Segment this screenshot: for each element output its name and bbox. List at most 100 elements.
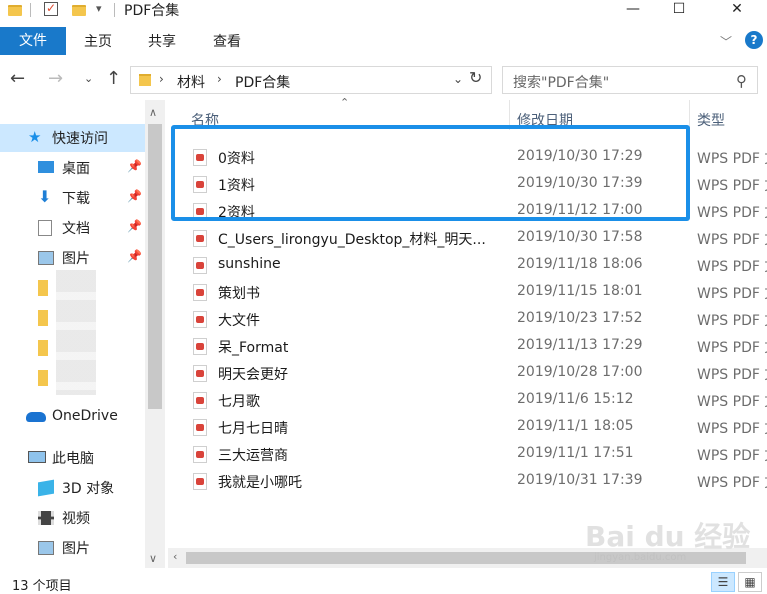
nav-label: 此电脑	[52, 451, 94, 467]
picture-icon	[38, 251, 54, 265]
close-button[interactable]: ✕	[714, 0, 760, 20]
tab-view[interactable]: 查看	[213, 27, 241, 55]
file-row[interactable]: 明天会更好 2019/10/28 17:00 WPS PDF 文档	[168, 360, 767, 387]
folder-icon[interactable]	[38, 340, 48, 356]
maximize-button[interactable]: ☐	[656, 0, 702, 20]
pin-icon[interactable]: 📌	[127, 189, 142, 203]
file-type: WPS PDF 文档	[697, 421, 767, 437]
chevron-right-icon[interactable]: ›	[159, 72, 164, 86]
file-type: WPS PDF 文档	[697, 313, 767, 329]
scroll-down-icon[interactable]: ∨	[149, 552, 157, 565]
folder-icon[interactable]	[38, 370, 48, 386]
scroll-thumb[interactable]	[148, 124, 162, 409]
breadcrumb-item[interactable]: PDF合集	[235, 72, 290, 92]
nav-item-pictures[interactable]: 图片 📌	[0, 244, 145, 272]
separator	[30, 3, 31, 17]
nav-item-pictures-pc[interactable]: 图片	[0, 534, 145, 562]
file-date: 2019/11/1 18:05	[517, 418, 634, 434]
pdf-file-icon	[193, 230, 207, 247]
file-type: WPS PDF 文档	[697, 151, 767, 167]
nav-label: 下载	[62, 191, 90, 207]
nav-item-documents[interactable]: 文档 📌	[0, 214, 145, 242]
cube-icon	[38, 479, 54, 497]
file-date: 2019/11/15 18:01	[517, 283, 643, 299]
address-bar[interactable]: › 材料 › PDF合集 ⌄	[130, 66, 492, 94]
watermark-url: jingyan.baidu.com	[594, 552, 687, 563]
help-icon[interactable]: ?	[745, 31, 763, 49]
breadcrumb-item[interactable]: 材料	[177, 72, 205, 92]
refresh-icon[interactable]: ↻	[469, 68, 482, 87]
pin-icon[interactable]: 📌	[127, 219, 142, 233]
file-name: sunshine	[218, 256, 281, 272]
file-row[interactable]: 我就是小哪吒 2019/10/31 17:39 WPS PDF 文档	[168, 468, 767, 495]
picture-icon	[38, 541, 54, 555]
nav-item-quick-access[interactable]: ★ 快速访问	[0, 124, 145, 152]
file-date: 2019/10/30 17:58	[517, 229, 643, 245]
search-icon[interactable]: ⚲	[736, 72, 747, 90]
nav-label: 图片	[62, 541, 90, 557]
minimize-button[interactable]: —	[610, 0, 656, 20]
pdf-file-icon	[193, 284, 207, 301]
nav-item-this-pc[interactable]: 此电脑	[0, 444, 145, 472]
pin-icon[interactable]: 📌	[127, 159, 142, 173]
search-input[interactable]: 搜索"PDF合集" ⚲	[502, 66, 758, 94]
file-name: C_Users_lirongyu_Desktop_材料_明天...	[218, 232, 486, 248]
folder-icon[interactable]	[38, 280, 48, 296]
properties-icon[interactable]: ✓	[44, 2, 58, 16]
chevron-right-icon[interactable]: ›	[217, 72, 222, 86]
forward-arrow-icon[interactable]: →	[48, 68, 63, 89]
file-type: WPS PDF 文档	[697, 232, 767, 248]
folder-icon	[8, 5, 22, 16]
column-header-type[interactable]: 类型	[697, 110, 725, 130]
file-row[interactable]: 大文件 2019/10/23 17:52 WPS PDF 文档	[168, 306, 767, 333]
large-icons-view-icon[interactable]: ▦	[738, 572, 762, 592]
nav-scrollbar[interactable]: ∧ ∨	[145, 100, 165, 568]
folder-icon[interactable]	[38, 310, 48, 326]
file-name: 七月七日晴	[218, 421, 288, 437]
file-name: 大文件	[218, 313, 260, 329]
chevron-down-icon[interactable]: ⌄	[453, 72, 463, 86]
file-name: 三大运营商	[218, 448, 288, 464]
watermark: Bai du 经验	[585, 520, 751, 553]
file-row[interactable]: 七月歌 2019/11/6 15:12 WPS PDF 文档	[168, 387, 767, 414]
address-row: ← → ⌄ ↑ › 材料 › PDF合集 ⌄ ↻ 搜索"PDF合集" ⚲	[0, 62, 767, 98]
cloud-icon	[26, 412, 46, 422]
file-row[interactable]: C_Users_lirongyu_Desktop_材料_明天... 2019/1…	[168, 225, 767, 252]
details-view-icon[interactable]: ☰	[711, 572, 735, 592]
file-row[interactable]: 三大运营商 2019/11/1 17:51 WPS PDF 文档	[168, 441, 767, 468]
scroll-left-icon[interactable]: ‹	[173, 550, 177, 563]
nav-item-3d-objects[interactable]: 3D 对象	[0, 474, 145, 502]
new-folder-icon[interactable]	[72, 5, 86, 16]
computer-icon	[28, 451, 46, 463]
expand-ribbon-icon[interactable]: ﹀	[720, 33, 732, 50]
pdf-file-icon	[193, 311, 207, 328]
nav-item-desktop[interactable]: 桌面 📌	[0, 154, 145, 182]
nav-item-onedrive[interactable]: OneDrive	[0, 404, 145, 432]
file-type: WPS PDF 文档	[697, 394, 767, 410]
star-icon: ★	[28, 128, 42, 146]
up-arrow-icon[interactable]: ↑	[106, 68, 121, 89]
nav-label: 图片	[62, 251, 90, 267]
pdf-file-icon	[193, 446, 207, 463]
video-icon	[38, 511, 54, 525]
tab-home[interactable]: 主页	[84, 27, 112, 55]
pin-icon[interactable]: 📌	[127, 249, 142, 263]
pdf-file-icon	[193, 419, 207, 436]
file-row[interactable]: 呆_Format 2019/11/13 17:29 WPS PDF 文档	[168, 333, 767, 360]
nav-item-videos[interactable]: 视频	[0, 504, 145, 532]
file-row[interactable]: sunshine 2019/11/18 18:06 WPS PDF 文档	[168, 252, 767, 279]
blurred-region	[56, 270, 96, 395]
scroll-up-icon[interactable]: ∧	[149, 106, 157, 119]
customize-toolbar-icon[interactable]: ▾	[96, 2, 102, 15]
recent-locations-icon[interactable]: ⌄	[84, 72, 93, 85]
file-row[interactable]: 策划书 2019/11/15 18:01 WPS PDF 文档	[168, 279, 767, 306]
tab-share[interactable]: 共享	[148, 27, 176, 55]
file-date: 2019/11/18 18:06	[517, 256, 643, 272]
tab-file[interactable]: 文件	[0, 27, 66, 55]
file-name: 明天会更好	[218, 367, 288, 383]
file-row[interactable]: 七月七日晴 2019/11/1 18:05 WPS PDF 文档	[168, 414, 767, 441]
nav-item-downloads[interactable]: ⬇ 下载 📌	[0, 184, 145, 212]
folder-icon	[139, 74, 151, 86]
back-arrow-icon[interactable]: ←	[10, 68, 25, 89]
window-title: PDF合集	[124, 3, 180, 19]
